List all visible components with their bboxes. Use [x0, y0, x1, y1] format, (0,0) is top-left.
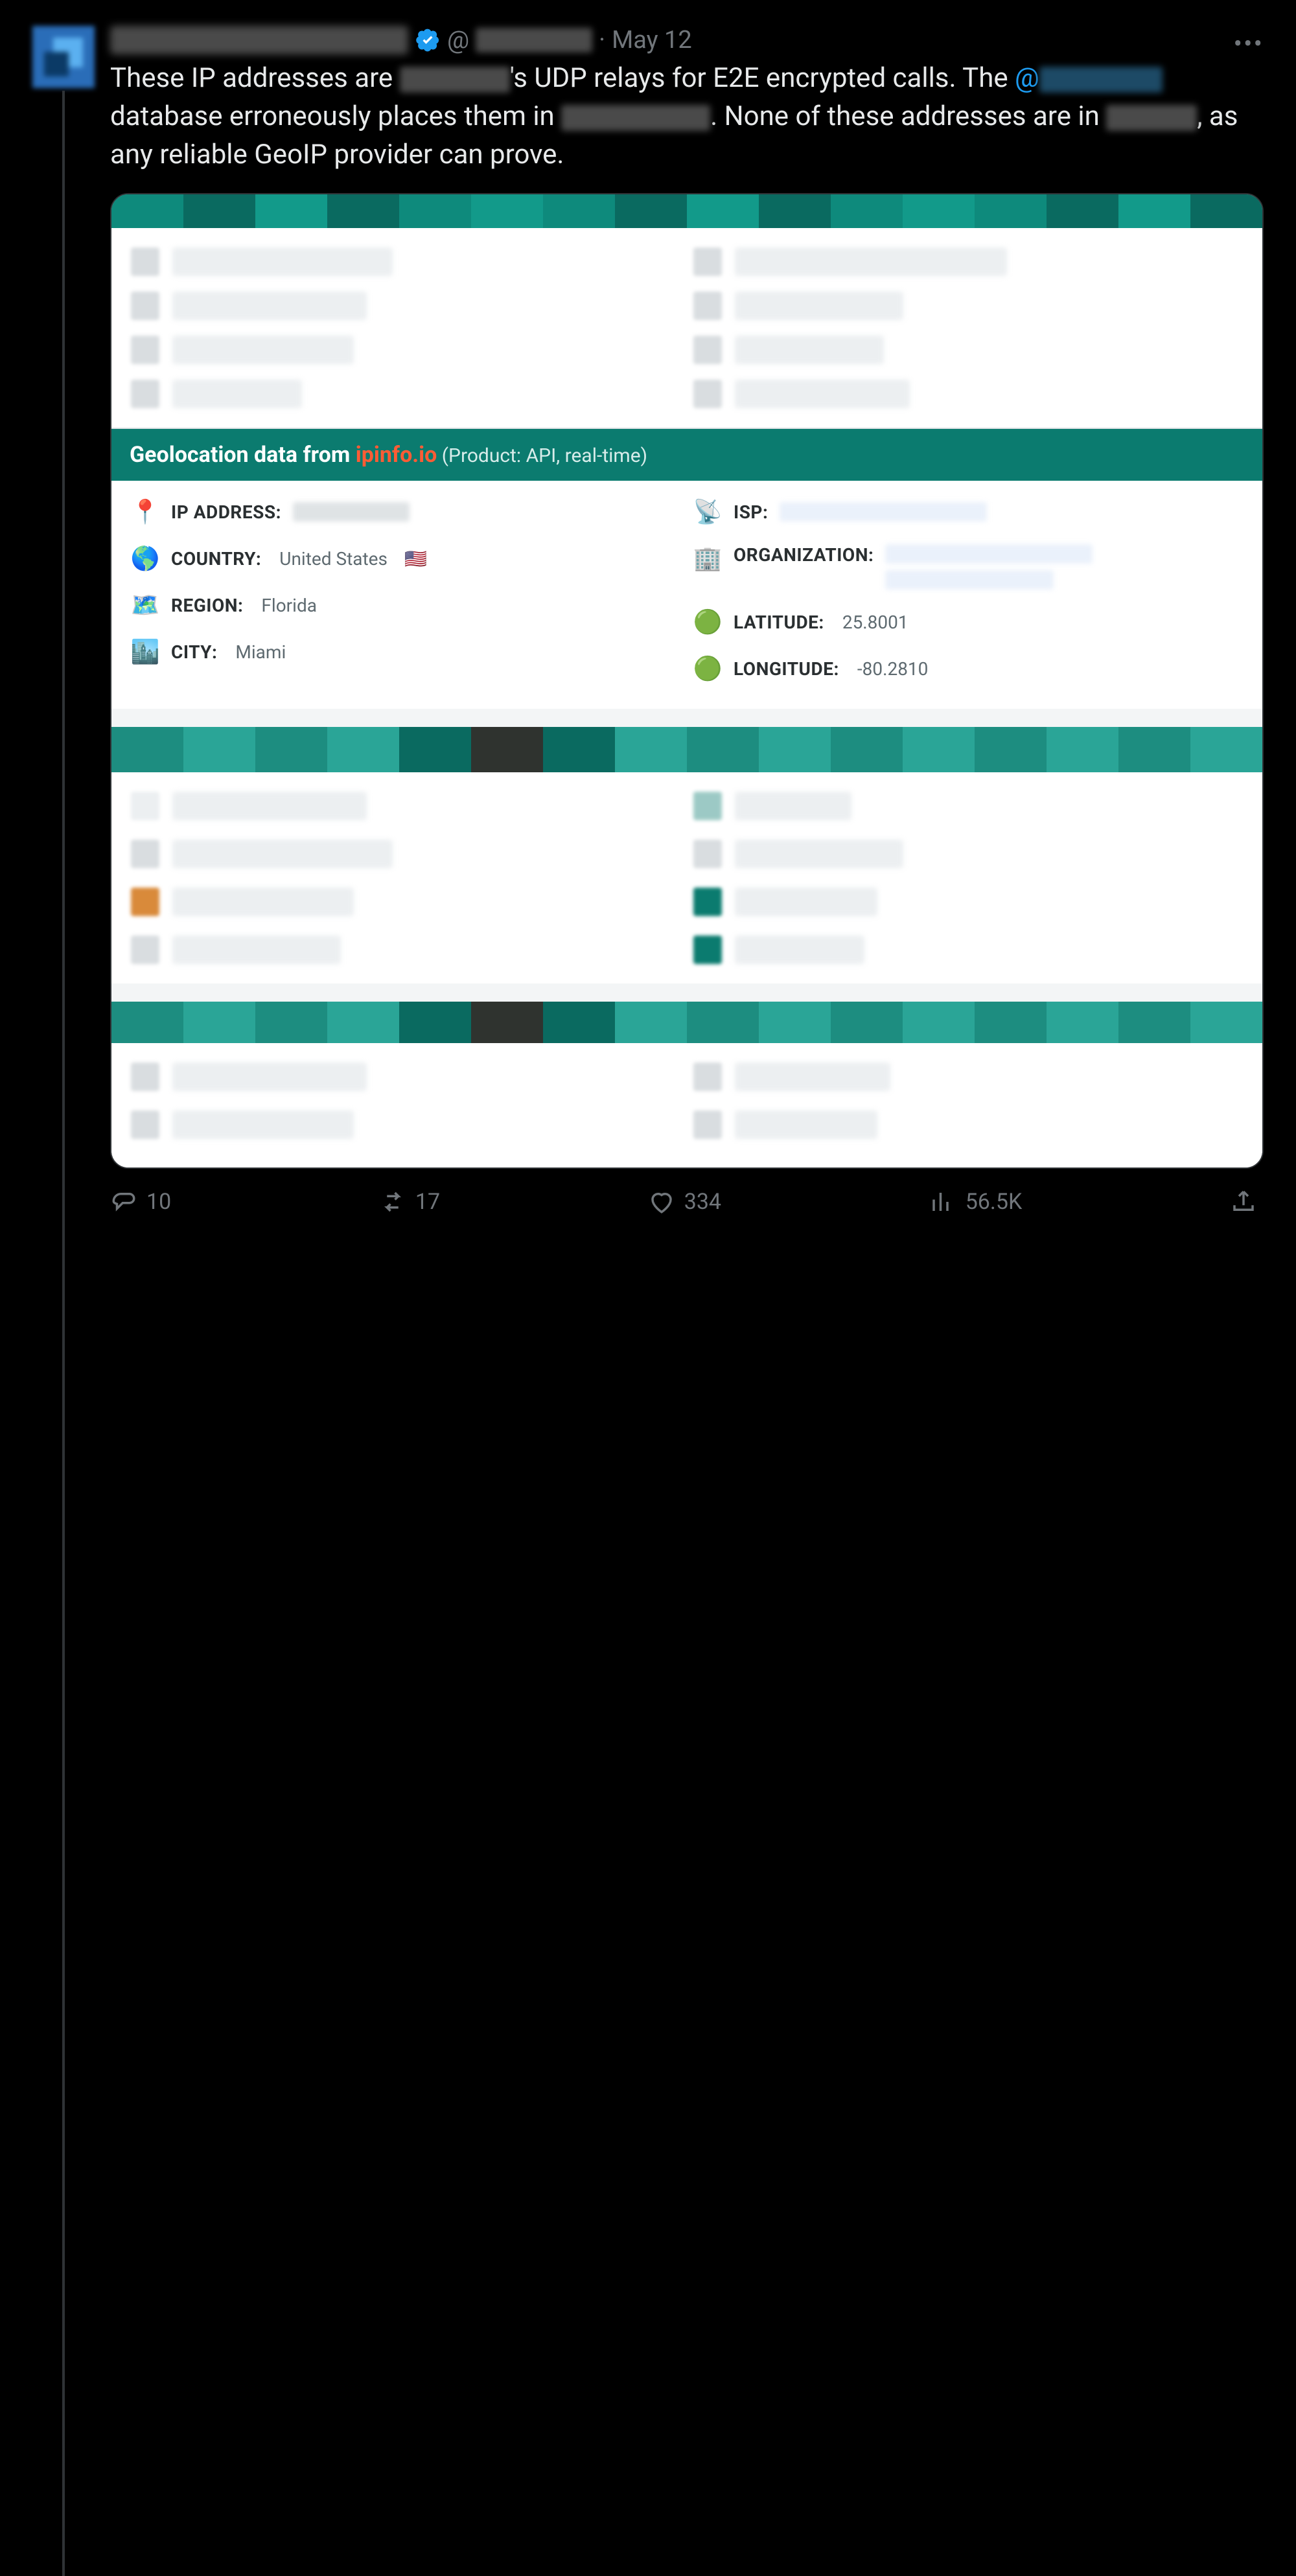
row-lon: 🟢 LONGITUDE: -80.2810 — [693, 654, 1243, 683]
mention-link[interactable]: @ — [1015, 62, 1163, 94]
geo-section-3-body-blur — [111, 772, 1262, 983]
tweet-actions: 10 17 334 56.5K — [110, 1188, 1264, 1215]
reply-count: 10 — [146, 1189, 171, 1215]
reply-icon — [110, 1188, 137, 1215]
text-p2: 's UDP relays for E2E encrypted calls. T… — [510, 62, 1015, 94]
us-flag-icon: 🇺🇸 — [404, 548, 427, 569]
like-count: 334 — [684, 1189, 721, 1215]
geo-heading-prefix: Geolocation data from — [130, 442, 356, 468]
lat-icon: 🟢 — [693, 608, 722, 636]
label-region: REGION: — [171, 595, 243, 616]
redacted-company — [400, 67, 510, 93]
label-org: ORGANIZATION: — [734, 544, 874, 566]
separator — [111, 709, 1262, 727]
label-lon: LONGITUDE: — [734, 658, 839, 680]
row-ip: 📍 IP ADDRESS: — [131, 498, 680, 526]
value-org-redacted-1 — [885, 544, 1093, 564]
redacted-location-2 — [1106, 105, 1197, 131]
text-p3: database erroneously places them in — [110, 100, 561, 132]
more-button[interactable]: ••• — [1234, 29, 1264, 59]
views-count: 56.5K — [966, 1189, 1023, 1215]
avatar[interactable] — [32, 26, 95, 88]
row-region: 🗺️ REGION: Florida — [131, 591, 680, 619]
geo-grid: 📍 IP ADDRESS: 🌎 COUNTRY: United States 🇺… — [111, 481, 1262, 709]
label-city: CITY: — [171, 641, 217, 663]
row-org: 🏢 ORGANIZATION: — [693, 544, 1243, 590]
redacted-location-1 — [561, 105, 710, 131]
geo-section-4-header-blur — [111, 1002, 1262, 1043]
thread-line — [62, 91, 65, 2576]
tweet-container: @ · May 12 ••• These IP addresses are 's… — [0, 0, 1296, 1241]
value-city: Miami — [235, 641, 286, 663]
handle-at: @ — [447, 26, 469, 54]
mention-at: @ — [1015, 62, 1039, 94]
text-p4: . None of these addresses are in — [710, 100, 1106, 132]
value-ip-redacted — [293, 502, 410, 522]
label-isp: ISP: — [734, 501, 768, 523]
share-button[interactable] — [1230, 1188, 1257, 1215]
geo-section-1-body-blur — [111, 228, 1262, 428]
antenna-icon: 📡 — [693, 498, 722, 526]
tweet-date[interactable]: May 12 — [612, 26, 692, 54]
geo-heading-paren: (Product: API, real-time) — [437, 444, 647, 467]
like-button[interactable]: 334 — [648, 1188, 721, 1215]
separator-dot: · — [599, 26, 605, 54]
reply-button[interactable]: 10 — [110, 1188, 171, 1215]
heart-icon — [648, 1188, 675, 1215]
geo-heading-brand: ipinfo.io — [356, 442, 437, 468]
value-lon: -80.2810 — [857, 658, 929, 680]
embedded-image[interactable]: Geolocation data from ipinfo.io (Product… — [110, 193, 1264, 1169]
text-p1: These IP addresses are — [110, 62, 400, 94]
geo-panel-heading: Geolocation data from ipinfo.io (Product… — [111, 429, 1262, 481]
row-city: 🏙️ CITY: Miami — [131, 638, 680, 666]
handle-redacted[interactable] — [476, 28, 592, 52]
value-country: United States — [279, 548, 388, 569]
globe-icon: 🌎 — [131, 544, 159, 573]
views-button[interactable]: 56.5K — [929, 1188, 1023, 1215]
value-isp-redacted — [780, 502, 987, 522]
building-icon: 🏢 — [693, 544, 722, 573]
retweet-button[interactable]: 17 — [379, 1188, 440, 1215]
value-region: Florida — [261, 595, 317, 616]
redacted-mention — [1039, 67, 1163, 93]
lon-icon: 🟢 — [693, 654, 722, 683]
views-icon — [929, 1188, 956, 1215]
row-lat: 🟢 LATITUDE: 25.8001 — [693, 608, 1243, 636]
row-country: 🌎 COUNTRY: United States 🇺🇸 — [131, 544, 680, 573]
separator-2 — [111, 983, 1262, 1002]
pin-icon: 📍 — [131, 498, 159, 526]
label-ip: IP ADDRESS: — [171, 501, 281, 523]
tweet-text: These IP addresses are 's UDP relays for… — [110, 60, 1264, 174]
geo-section-1-header-blur — [111, 194, 1262, 228]
row-isp: 📡 ISP: — [693, 498, 1243, 526]
retweet-count: 17 — [415, 1189, 440, 1215]
value-lat: 25.8001 — [842, 612, 908, 633]
display-name-redacted[interactable] — [110, 26, 408, 54]
tweet-content: @ · May 12 ••• These IP addresses are 's… — [110, 26, 1264, 1215]
retweet-icon — [379, 1188, 406, 1215]
geo-section-4-body-blur — [111, 1043, 1262, 1167]
geo-section-3-header-blur — [111, 727, 1262, 772]
label-country: COUNTRY: — [171, 548, 261, 569]
share-icon — [1230, 1188, 1257, 1215]
avatar-column — [32, 26, 95, 1215]
city-icon: 🏙️ — [131, 638, 159, 666]
value-org-redacted-2 — [885, 570, 1054, 590]
label-lat: LATITUDE: — [734, 612, 824, 633]
geo-panel-clear: Geolocation data from ipinfo.io (Product… — [111, 428, 1262, 709]
tweet-header: @ · May 12 ••• — [110, 26, 1264, 54]
verified-badge-icon — [415, 27, 441, 53]
map-icon: 🗺️ — [131, 591, 159, 619]
